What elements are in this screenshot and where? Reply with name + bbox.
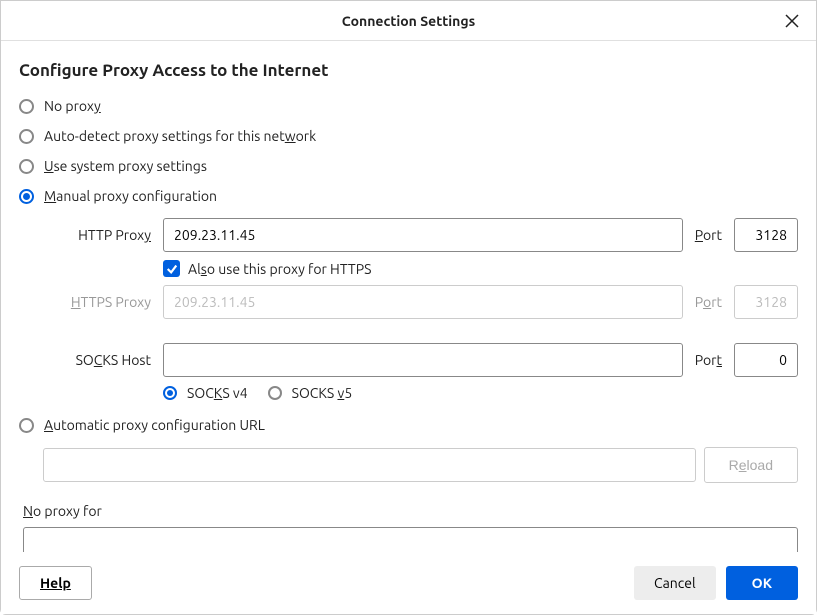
radio-label: Use system proxy settings <box>44 158 207 174</box>
socks-port-input[interactable] <box>734 343 798 377</box>
title-bar: Connection Settings <box>1 1 816 41</box>
http-proxy-input[interactable] <box>163 218 683 252</box>
radio-label: Automatic proxy configuration URL <box>44 417 265 433</box>
radio-manual[interactable]: Manual proxy configuration <box>19 188 798 204</box>
radio-label: SOCKS v5 <box>292 385 353 401</box>
socks-version-row: SOCKS v4 SOCKS v5 <box>163 385 798 401</box>
no-proxy-for-input[interactable] <box>23 527 798 552</box>
no-proxy-for-label: No proxy for <box>23 503 798 519</box>
radio-icon <box>19 418 34 433</box>
radio-socks-v5[interactable]: SOCKS v5 <box>268 385 353 401</box>
checkbox-icon <box>163 260 180 277</box>
socks-port-label: Port <box>691 352 726 368</box>
radio-auto-detect[interactable]: Auto-detect proxy settings for this netw… <box>19 128 798 144</box>
section-heading: Configure Proxy Access to the Internet <box>19 61 798 80</box>
https-proxy-label: HTTPS Proxy <box>43 294 155 310</box>
radio-label: No proxy <box>44 98 101 114</box>
radio-icon <box>163 386 177 400</box>
pac-url-input <box>43 448 696 482</box>
radio-icon <box>19 129 34 144</box>
also-use-https-row[interactable]: Also use this proxy for HTTPS <box>163 260 798 277</box>
dialog-content: Configure Proxy Access to the Internet N… <box>1 41 816 552</box>
radio-icon <box>19 99 34 114</box>
radio-icon <box>268 386 282 400</box>
https-proxy-input <box>163 285 683 319</box>
dialog-title: Connection Settings <box>342 13 475 29</box>
http-proxy-label: HTTP Proxy <box>43 227 155 243</box>
http-port-input[interactable] <box>734 218 798 252</box>
reload-button: Reload <box>704 447 798 483</box>
manual-proxy-fields: HTTP Proxy Port Also use this proxy for … <box>43 218 798 401</box>
pac-row: Reload <box>43 447 798 483</box>
http-port-label: Port <box>691 227 726 243</box>
radio-no-proxy[interactable]: No proxy <box>19 98 798 114</box>
radio-label: SOCKS v4 <box>187 385 248 401</box>
help-button[interactable]: Help <box>19 566 92 600</box>
button-bar: Help Cancel OK <box>1 552 816 614</box>
ok-button[interactable]: OK <box>726 566 798 600</box>
https-port-input <box>734 285 798 319</box>
close-button[interactable] <box>780 9 804 33</box>
radio-label: Auto-detect proxy settings for this netw… <box>44 128 316 144</box>
also-use-label: Also use this proxy for HTTPS <box>188 261 371 277</box>
radio-use-system[interactable]: Use system proxy settings <box>19 158 798 174</box>
cancel-button[interactable]: Cancel <box>634 566 716 600</box>
close-icon <box>785 14 799 28</box>
radio-socks-v4[interactable]: SOCKS v4 <box>163 385 248 401</box>
radio-icon <box>19 189 34 204</box>
radio-auto-config[interactable]: Automatic proxy configuration URL <box>19 417 798 433</box>
socks-host-input[interactable] <box>163 343 683 377</box>
radio-label: Manual proxy configuration <box>44 188 217 204</box>
radio-icon <box>19 159 34 174</box>
connection-settings-dialog: Connection Settings Configure Proxy Acce… <box>0 0 817 615</box>
https-port-label: Port <box>691 294 726 310</box>
socks-host-label: SOCKS Host <box>43 352 155 368</box>
